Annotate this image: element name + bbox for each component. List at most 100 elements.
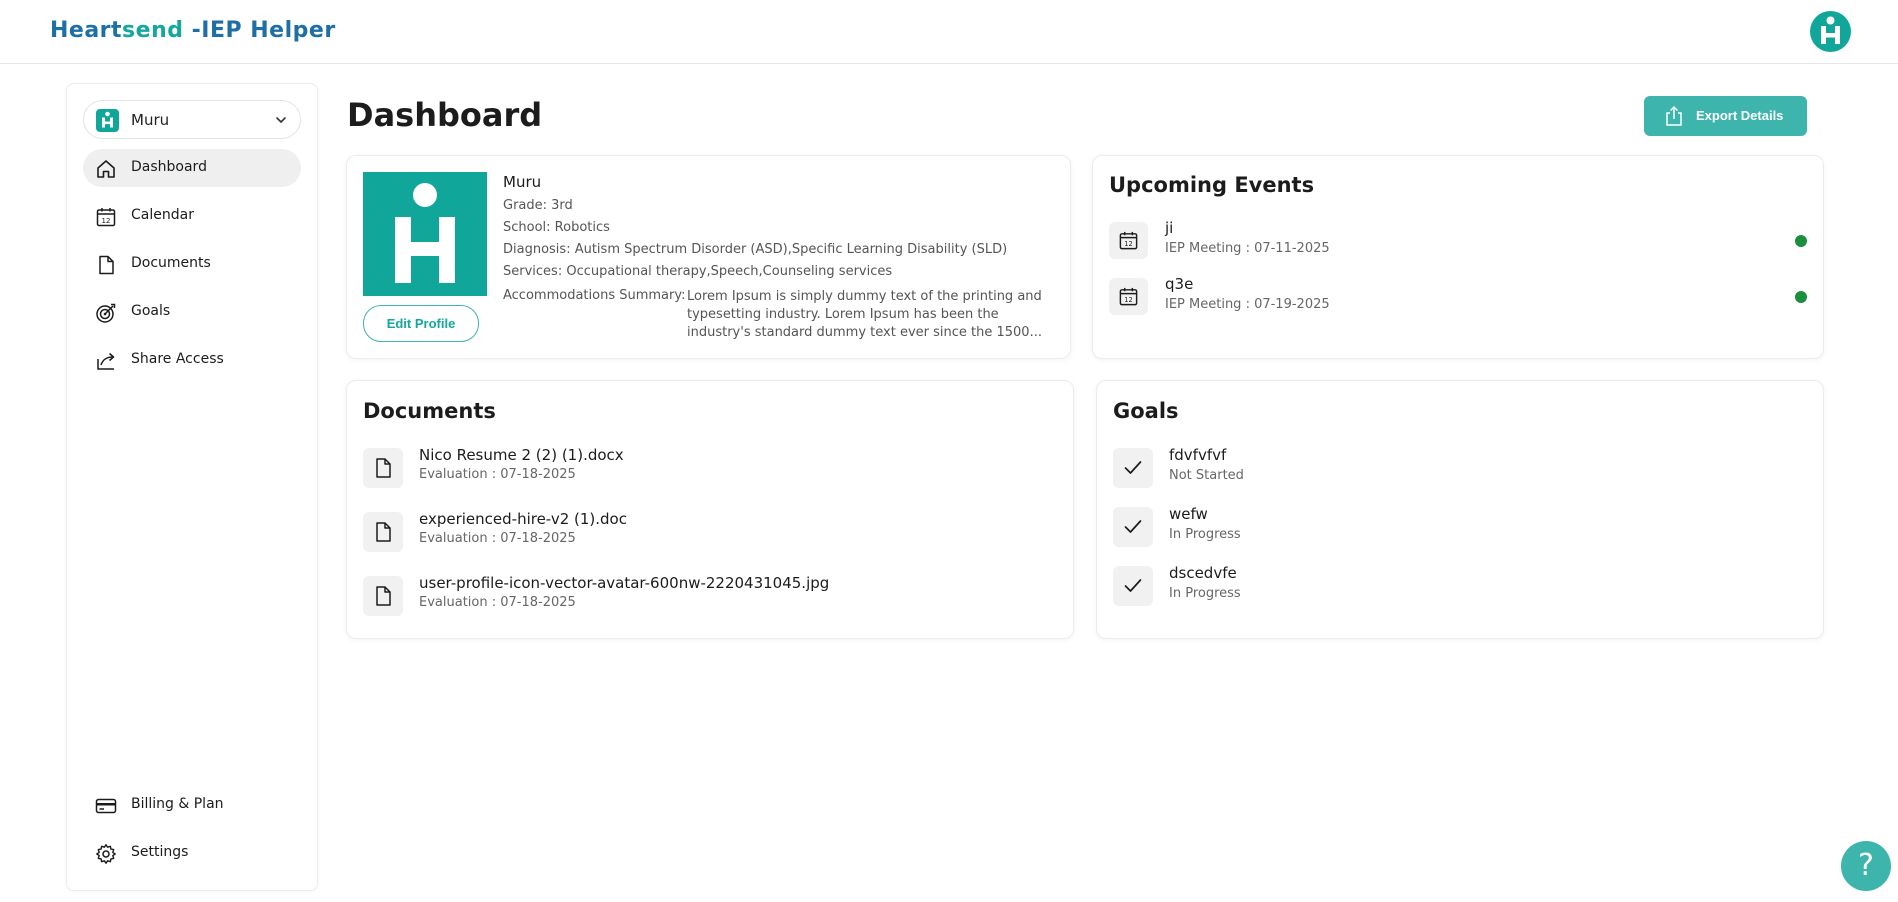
goal-icon-box xyxy=(1113,448,1153,488)
brand-logo[interactable]: Heartsend -IEP Helper xyxy=(50,18,336,43)
goal-icon-box xyxy=(1113,507,1153,547)
page-title: Dashboard xyxy=(347,96,543,134)
edit-profile-label: Edit Profile xyxy=(386,316,456,331)
top-bar: Heartsend -IEP Helper xyxy=(0,0,1898,64)
documents-title: Documents xyxy=(363,399,496,423)
event-icon-box: 12 xyxy=(1109,222,1148,259)
accommodations-text: Lorem Ipsum is simply dummy text of the … xyxy=(687,289,1042,340)
profile-school: School: Robotics xyxy=(503,220,610,235)
document-subtitle: Evaluation : 07-18-2025 xyxy=(419,531,576,546)
profile-logo xyxy=(363,172,487,296)
document-subtitle: Evaluation : 07-18-2025 xyxy=(419,595,576,610)
export-details-button[interactable]: Export Details xyxy=(1644,96,1807,136)
check-icon xyxy=(1124,520,1142,533)
sidebar-item-label: Documents xyxy=(131,255,211,271)
profile-grade: Grade: 3rd xyxy=(503,198,573,213)
sidebar-item-label: Calendar xyxy=(131,207,194,223)
home-icon xyxy=(97,160,115,178)
export-label: Export Details xyxy=(1696,108,1784,123)
document-icon xyxy=(376,586,391,606)
sidebar-item-dashboard[interactable]: Dashboard xyxy=(83,149,301,187)
sidebar-item-settings[interactable]: Settings xyxy=(83,834,301,872)
student-name: Muru xyxy=(131,111,170,129)
document-icon-box xyxy=(363,448,403,488)
sidebar-item-billing[interactable]: Billing & Plan xyxy=(83,786,301,824)
target-icon xyxy=(96,303,116,323)
user-avatar[interactable] xyxy=(1810,11,1851,52)
profile-card: Edit Profile Muru Grade: 3rd School: Rob… xyxy=(346,155,1071,359)
avatar-logo-icon xyxy=(1821,16,1840,44)
profile-name: Muru xyxy=(503,173,542,191)
status-dot xyxy=(1795,291,1807,303)
sidebar-item-label: Billing & Plan xyxy=(131,796,224,812)
sidebar-item-goals[interactable]: Goals xyxy=(83,293,301,331)
goals-card: Goals fdvfvfvf Not Started wefw In Progr… xyxy=(1096,380,1824,639)
goal-title: wefw xyxy=(1169,505,1208,523)
student-logo-icon xyxy=(96,109,119,132)
brand-part-send: send xyxy=(122,18,184,43)
goal-status: In Progress xyxy=(1169,586,1241,601)
goal-item[interactable]: dscedvfe In Progress xyxy=(1113,564,1793,608)
document-item[interactable]: experienced-hire-v2 (1).doc Evaluation :… xyxy=(363,510,1043,554)
goal-icon-box xyxy=(1113,566,1153,606)
sidebar-item-label: Settings xyxy=(131,844,189,860)
document-icon-box xyxy=(363,576,403,616)
profile-services: Services: Occupational therapy,Speech,Co… xyxy=(503,264,893,279)
document-icon-box xyxy=(363,512,403,552)
documents-card: Documents Nico Resume 2 (2) (1).docx Eva… xyxy=(346,380,1074,639)
accommodations-label: Accommodations Summary: xyxy=(503,288,686,303)
event-subtitle: IEP Meeting : 07-11-2025 xyxy=(1165,241,1330,256)
events-title: Upcoming Events xyxy=(1109,173,1315,197)
upload-icon xyxy=(1666,105,1682,126)
help-button[interactable]: ? xyxy=(1841,841,1891,891)
document-title: user-profile-icon-vector-avatar-600nw-22… xyxy=(419,574,830,592)
event-item[interactable]: 12 q3e IEP Meeting : 07-19-2025 xyxy=(1109,275,1809,319)
document-item[interactable]: user-profile-icon-vector-avatar-600nw-22… xyxy=(363,574,1043,618)
sidebar-item-label: Goals xyxy=(131,303,171,319)
event-subtitle: IEP Meeting : 07-19-2025 xyxy=(1165,297,1330,312)
share-icon xyxy=(97,352,115,370)
goal-title: dscedvfe xyxy=(1169,564,1237,582)
sidebar-item-calendar[interactable]: 12 Calendar xyxy=(83,197,301,235)
profile-diagnosis: Diagnosis: Autism Spectrum Disorder (ASD… xyxy=(503,242,1008,257)
document-item[interactable]: Nico Resume 2 (2) (1).docx Evaluation : … xyxy=(363,446,1043,490)
event-title: q3e xyxy=(1165,275,1194,293)
chevron-down-icon xyxy=(276,117,286,123)
document-icon xyxy=(99,255,114,275)
brand-part-iep: -IEP Helper xyxy=(183,18,336,43)
calendar-icon: 12 xyxy=(96,208,116,227)
credit-card-icon xyxy=(95,798,117,814)
goal-title: fdvfvfvf xyxy=(1169,446,1227,464)
check-icon xyxy=(1124,461,1142,474)
gear-icon xyxy=(96,844,116,864)
check-icon xyxy=(1124,579,1142,592)
sidebar-item-label: Share Access xyxy=(131,351,224,367)
goal-status: Not Started xyxy=(1169,468,1244,483)
event-title: ji xyxy=(1165,219,1174,237)
document-title: experienced-hire-v2 (1).doc xyxy=(419,510,627,528)
goals-title: Goals xyxy=(1113,399,1179,423)
goal-item[interactable]: wefw In Progress xyxy=(1113,505,1793,549)
profile-logo-icon xyxy=(395,183,455,283)
event-item[interactable]: 12 ji IEP Meeting : 07-11-2025 xyxy=(1109,219,1809,263)
calendar-icon: 12 xyxy=(1119,231,1138,250)
edit-profile-button[interactable]: Edit Profile xyxy=(363,305,479,342)
document-icon xyxy=(376,458,391,478)
status-dot xyxy=(1795,235,1807,247)
sidebar-item-documents[interactable]: Documents xyxy=(83,245,301,283)
calendar-icon: 12 xyxy=(1119,287,1138,306)
document-title: Nico Resume 2 (2) (1).docx xyxy=(419,446,624,464)
sidebar-item-share-access[interactable]: Share Access xyxy=(83,341,301,379)
document-subtitle: Evaluation : 07-18-2025 xyxy=(419,467,576,482)
event-icon-box: 12 xyxy=(1109,278,1148,315)
student-selector[interactable]: Muru xyxy=(83,100,301,139)
upcoming-events-card: Upcoming Events 12 ji IEP Meeting : 07-1… xyxy=(1092,155,1824,359)
goal-item[interactable]: fdvfvfvf Not Started xyxy=(1113,446,1793,490)
svg-text:12: 12 xyxy=(102,217,111,225)
sidebar-item-label: Dashboard xyxy=(131,159,207,175)
sidebar: Muru Dashboard 12 Calendar Documents Goa… xyxy=(66,83,318,891)
svg-text:12: 12 xyxy=(1124,240,1133,248)
goal-status: In Progress xyxy=(1169,527,1241,542)
svg-text:12: 12 xyxy=(1124,296,1133,304)
document-icon xyxy=(376,522,391,542)
